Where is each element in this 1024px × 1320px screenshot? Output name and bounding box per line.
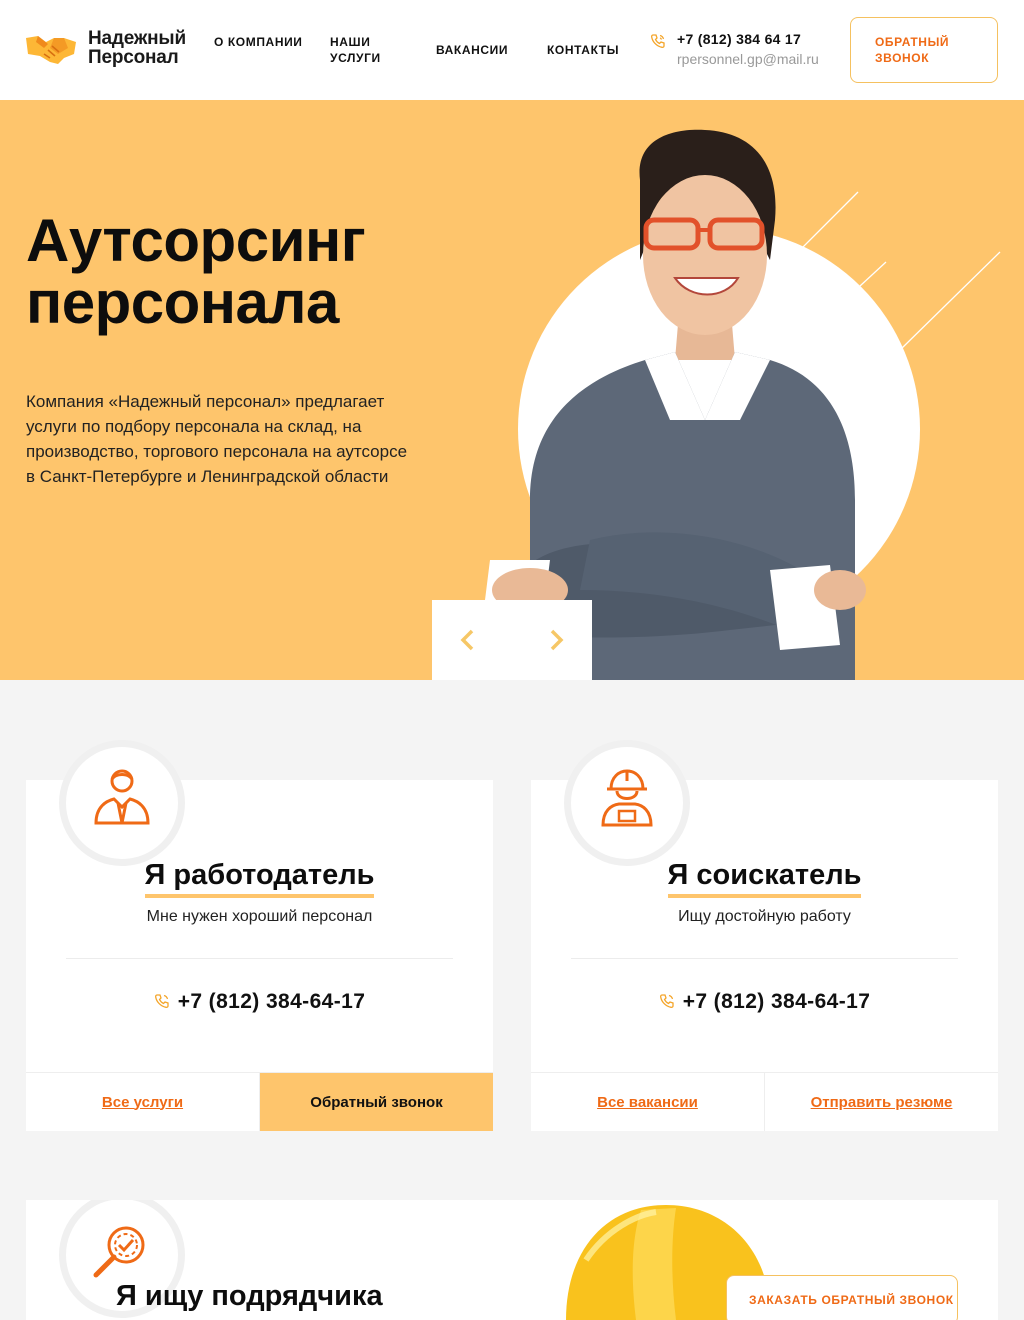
logo[interactable]: Надежный Персонал [24,28,186,68]
card-title: Я работодатель [26,858,493,898]
order-callback-button[interactable]: Заказать обратный звонок [726,1275,958,1320]
site-header: Надежный Персонал О компании Наши услуги… [0,0,1024,100]
phone-icon [651,34,665,48]
job-seeker-card: Я соискатель Ищу достойную работу +7 (81… [531,747,998,1131]
businessman-icon [94,769,150,825]
card-phone[interactable]: +7 (812) 384-64-17 [26,990,493,1014]
employer-badge [66,747,178,859]
send-resume-link[interactable]: Отправить резюме [764,1073,998,1131]
all-services-link[interactable]: Все услуги [26,1073,259,1131]
chevron-right-icon[interactable] [542,626,570,654]
hero-title: Аутсорсинг персонала [26,207,366,336]
card-actions: Все вакансии Отправить резюме [531,1072,998,1131]
phone-icon [154,994,169,1008]
search-check-icon [93,1226,145,1278]
card-phone[interactable]: +7 (812) 384-64-17 [531,990,998,1014]
divider [66,958,453,959]
header-callback-button[interactable]: Обратный звонок [850,17,998,83]
divider [571,958,958,959]
contractor-title: Я ищу подрядчика [116,1280,383,1312]
woman-photo [480,129,866,680]
header-email[interactable]: rpersonnel.gp@mail.ru [677,51,819,67]
hero-section: Аутсорсинг персонала Компания «Надежный … [0,100,1024,680]
logo-text: Надежный Персонал [88,28,186,68]
hero-description: Компания «Надежный персонал» предлагает … [26,392,408,486]
worker-helmet-icon [601,769,653,827]
all-vacancies-link[interactable]: Все вакансии [531,1073,764,1131]
card-title: Я соискатель [531,858,998,898]
header-phone[interactable]: +7 (812) 384 64 17 [677,31,801,47]
callback-button[interactable]: Обратный звонок [259,1073,493,1131]
employer-card: Я работодатель Мне нужен хороший персона… [26,747,493,1131]
job-seeker-badge [571,747,683,859]
nav-contacts[interactable]: Контакты [547,42,619,58]
phone-icon [659,994,674,1008]
slider-nav [432,600,592,680]
nav-about[interactable]: О компании [214,34,304,50]
nav-vacancies[interactable]: Вакансии [436,42,508,58]
card-subtitle: Мне нужен хороший персонал [146,908,373,925]
handshake-icon [26,36,76,64]
contractor-section: Я ищу подрядчика Заказать обратный звоно… [26,1200,998,1320]
chevron-left-icon[interactable] [454,626,482,654]
card-actions: Все услуги Обратный звонок [26,1072,493,1131]
nav-services[interactable]: Наши услуги [330,34,400,66]
card-subtitle: Ищу достойную работу [678,908,851,925]
